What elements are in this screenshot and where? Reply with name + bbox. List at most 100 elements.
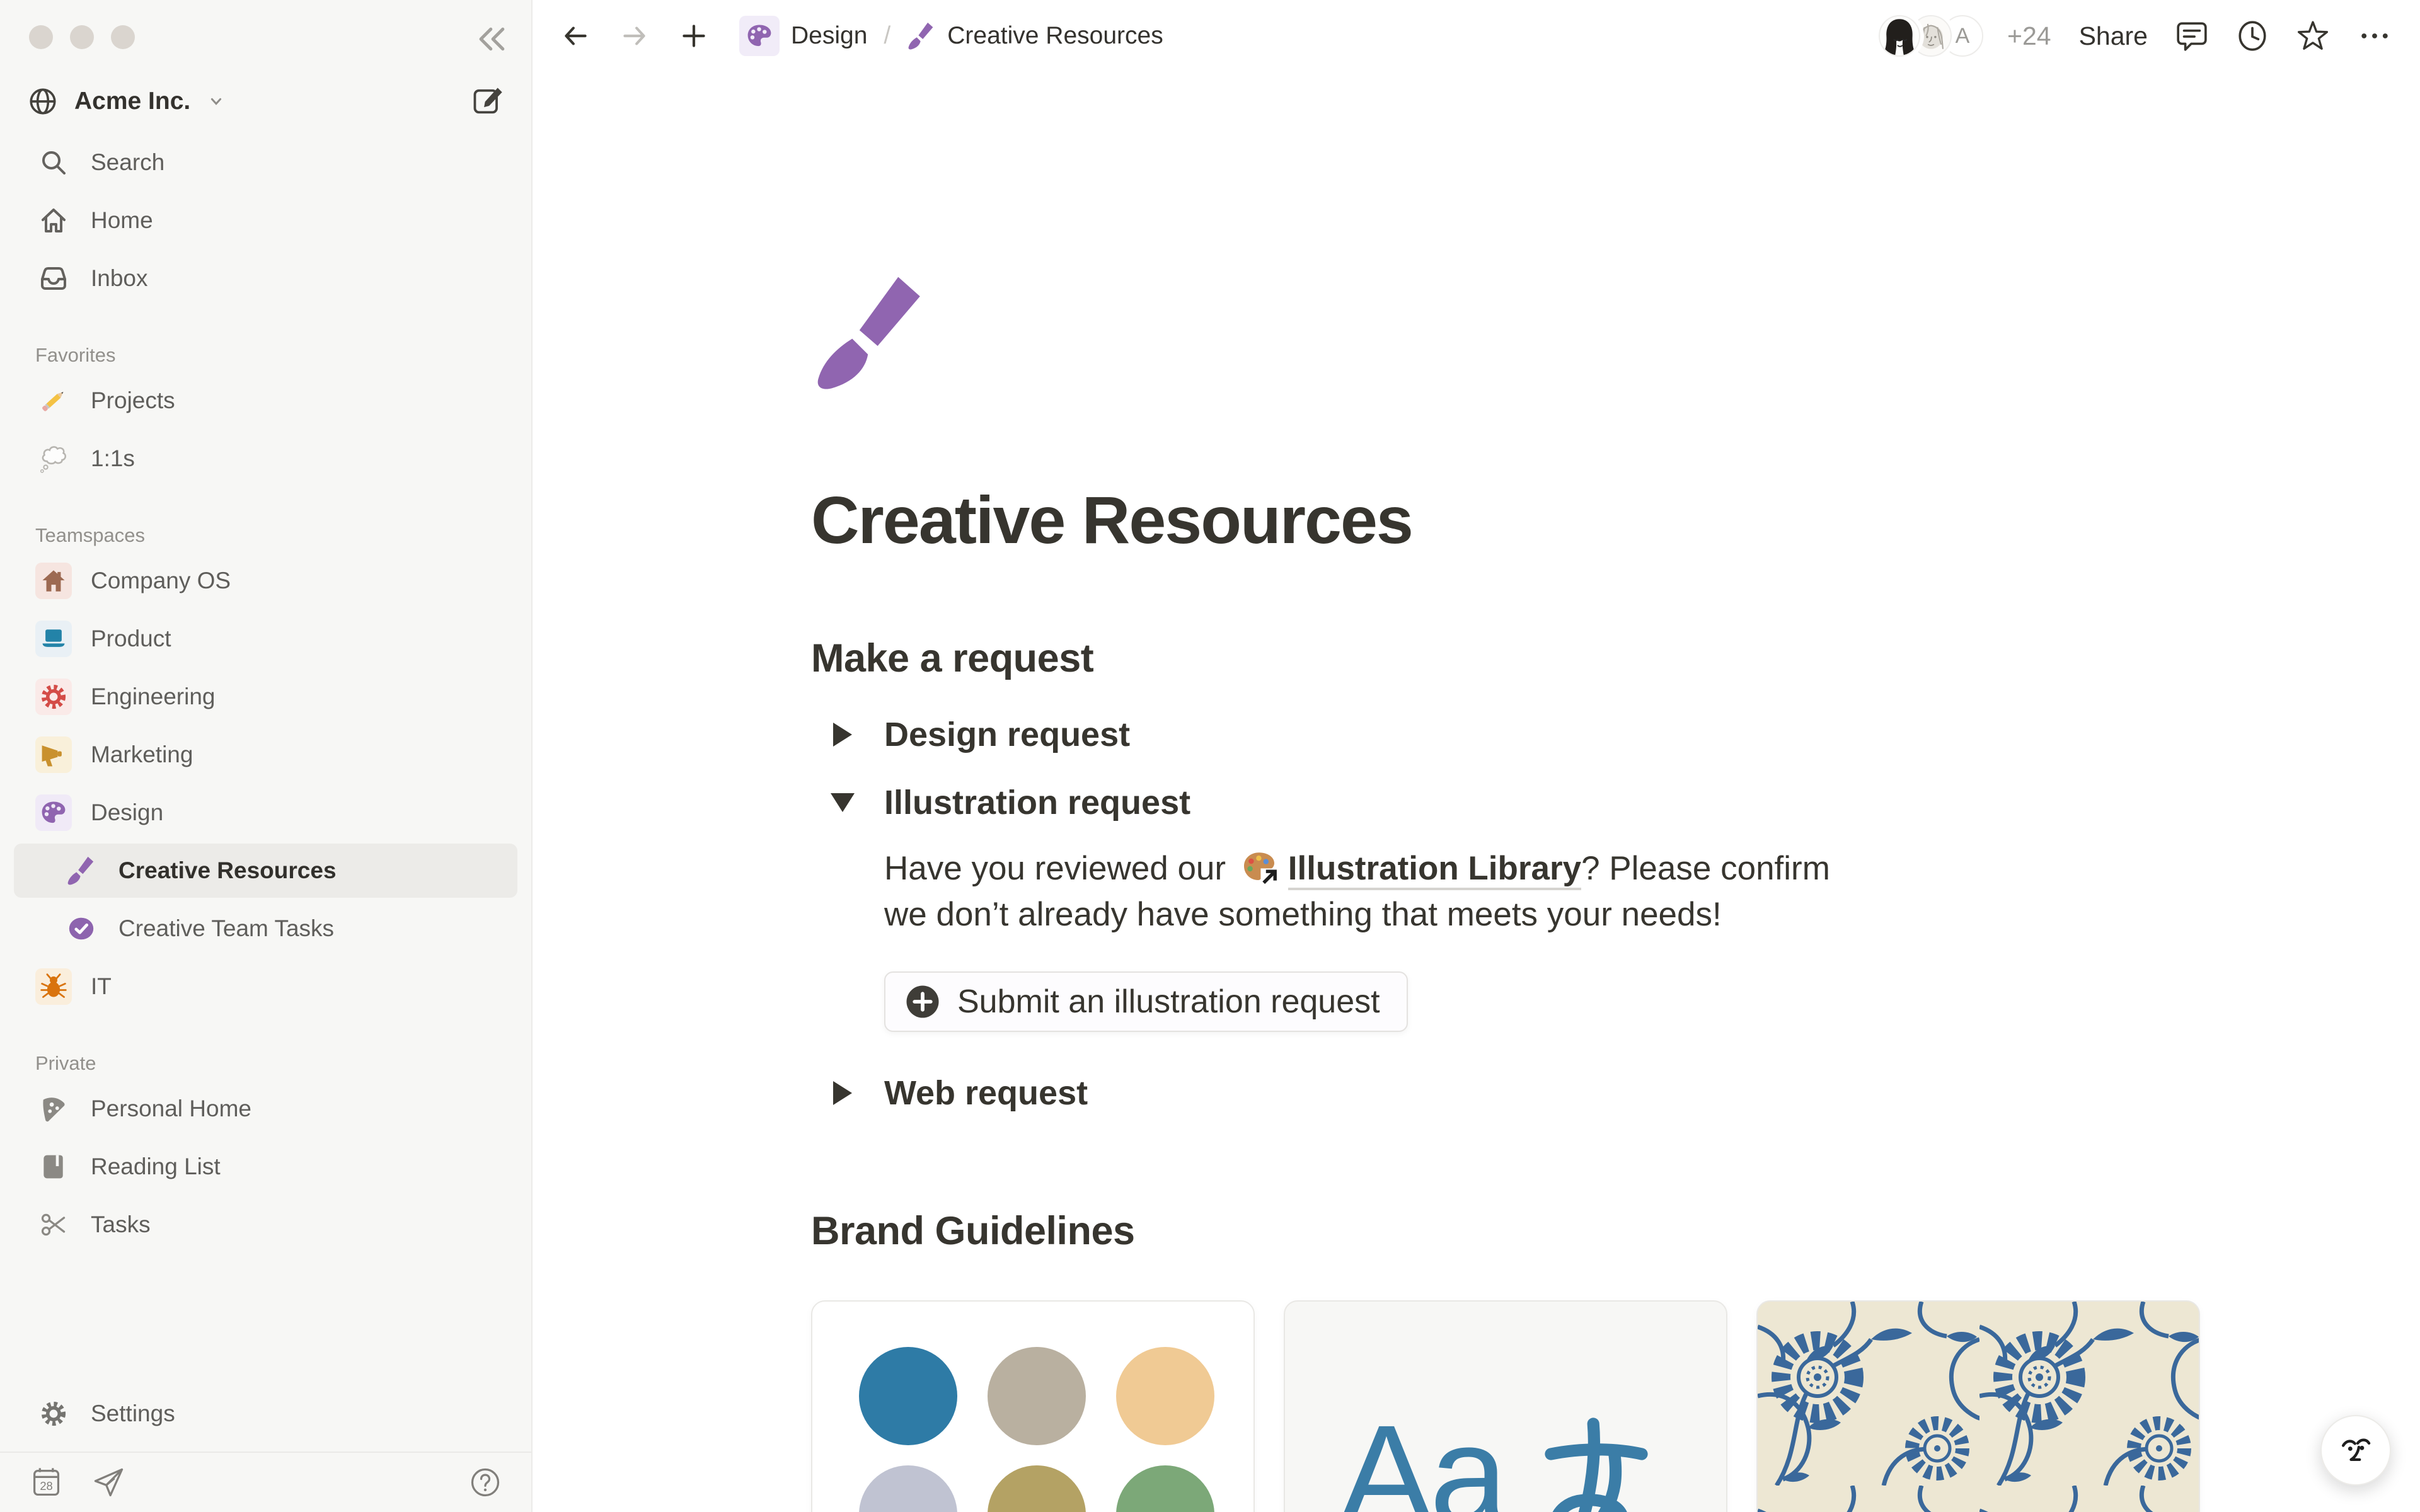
help-icon[interactable] [468,1465,502,1499]
toggle-collapsed-icon[interactable] [825,717,860,752]
color-swatch [988,1347,1086,1445]
section-heading-make-a-request[interactable]: Make a request [811,636,2420,681]
sidebar-section-private[interactable]: Private [14,1052,517,1075]
plus-icon[interactable] [677,20,710,52]
sidebar-section-teamspaces[interactable]: Teamspaces [14,524,517,547]
notion-ai-button[interactable] [2320,1415,2391,1486]
sidebar-item-reading-list[interactable]: Reading List [14,1140,517,1194]
breadcrumb-teamspace[interactable]: Design [791,22,867,50]
sidebar-item-design[interactable]: Design [14,786,517,840]
new-page-icon[interactable] [471,84,505,118]
toggle-web-request[interactable]: Web request [811,1074,2420,1113]
section-heading-brand-guidelines[interactable]: Brand Guidelines [811,1208,2420,1254]
kana-a-glyph [1521,1409,1672,1512]
illustration-request-body: Have you reviewed our Illustration Libra… [884,846,1867,937]
sidebar-item-it[interactable]: IT [14,959,517,1014]
bug-icon [35,968,72,1005]
megaphone-icon [35,736,72,773]
workspace-switcher[interactable]: Acme Inc. [15,76,516,127]
notion-ai-face-icon [2336,1431,2375,1470]
forward-arrow-icon[interactable] [618,20,651,52]
sidebar-item-label: 1:1s [91,445,135,472]
sidebar-item-settings[interactable]: Settings [14,1387,517,1441]
sidebar-item-company-os[interactable]: Company OS [14,554,517,608]
sidebar-item-tasks[interactable]: Tasks [14,1198,517,1252]
avatar [1879,15,1920,57]
floral-pattern-image [1758,1302,2200,1512]
sidebar-item-engineering[interactable]: Engineering [14,670,517,724]
inbox-icon [35,260,72,297]
sidebar-footer: 28 [0,1452,531,1512]
sidebar-item-label: Creative Resources [118,857,337,884]
page-title[interactable]: Creative Resources [811,483,2420,559]
sidebar-item-label: Product [91,626,171,652]
sidebar-item-inbox[interactable]: Inbox [14,251,517,306]
toggle-collapsed-icon[interactable] [825,1075,860,1111]
sidebar-collapse-icon[interactable] [475,21,510,57]
sidebar-item-label: Tasks [91,1211,151,1238]
typography-latin-sample: Aa [1339,1404,1504,1512]
sidebar-item-label: Projects [91,387,175,414]
sidebar-item-projects[interactable]: Projects [14,374,517,428]
gear-icon [35,1395,72,1432]
toggle-design-request[interactable]: Design request [811,715,2420,754]
sidebar-item-label: Inbox [91,265,148,292]
gear-icon [35,679,72,715]
scissors-icon [35,1206,72,1243]
paintbrush-icon [63,852,100,889]
floral-pattern-card [1756,1300,2200,1512]
plus-circle-icon [904,983,941,1020]
sidebar-item-marketing[interactable]: Marketing [14,728,517,782]
comments-icon[interactable] [2175,20,2208,52]
window-minimize-button[interactable] [70,25,94,49]
sidebar-item-label: Home [91,207,153,234]
check-circle-icon [63,910,100,947]
sidebar-item-personal-home[interactable]: Personal Home [14,1082,517,1136]
sidebar-item-label: Marketing [91,742,193,768]
share-button[interactable]: Share [2079,21,2148,51]
typography-card: Aa [1284,1300,1727,1512]
calendar-icon[interactable]: 28 [29,1465,63,1499]
toggle-expanded-icon[interactable] [825,785,860,820]
sidebar-item-label: Design [91,799,163,826]
palette-icon [35,794,72,831]
collaborator-overflow-count[interactable]: +24 [2007,21,2051,51]
palette-emoji-icon[interactable] [1240,848,1278,886]
paper-plane-icon[interactable] [92,1465,126,1499]
back-arrow-icon[interactable] [559,20,592,52]
sidebar-item-1-1s[interactable]: 1:1s [14,432,517,486]
page-paintbrush-icon[interactable] [811,272,932,393]
calendar-day-number: 28 [40,1479,52,1492]
collaborator-avatars[interactable]: A [1879,15,1983,57]
page-content: Creative Resources Make a request Design… [533,72,2420,1512]
window-zoom-button[interactable] [111,25,135,49]
sidebar: Acme Inc. Search Home [0,0,533,1512]
sidebar-item-label: Reading List [91,1154,221,1180]
color-swatch [859,1465,957,1512]
workspace-name: Acme Inc. [74,88,190,115]
sidebar-item-creative-resources[interactable]: Creative Resources [14,844,517,898]
sidebar-item-creative-team-tasks[interactable]: Creative Team Tasks [14,902,517,956]
breadcrumb-page[interactable]: Creative Resources [947,22,1163,50]
color-swatch [988,1465,1086,1512]
pencil-icon [35,382,72,419]
history-clock-icon[interactable] [2236,20,2269,52]
submit-illustration-request-button[interactable]: Submit an illustration request [884,971,1408,1032]
paintbrush-icon [907,21,936,50]
window-close-button[interactable] [29,25,53,49]
sidebar-item-label: Settings [91,1400,175,1427]
sidebar-item-label: Search [91,149,164,176]
favorite-star-icon[interactable] [2296,20,2329,52]
sidebar-item-product[interactable]: Product [14,612,517,666]
palette-icon[interactable] [739,16,780,56]
more-options-icon[interactable] [2357,18,2392,54]
search-icon [35,144,72,181]
main-area: Design / Creative Resources [533,0,2420,1512]
illustration-library-link[interactable]: Illustration Library [1288,850,1581,890]
sidebar-section-favorites[interactable]: Favorites [14,344,517,367]
color-palette-card [811,1300,1255,1512]
sidebar-item-home[interactable]: Home [14,193,517,248]
toggle-illustration-request[interactable]: Illustration request [811,783,2420,822]
laptop-icon [35,621,72,657]
sidebar-item-search[interactable]: Search [14,135,517,190]
